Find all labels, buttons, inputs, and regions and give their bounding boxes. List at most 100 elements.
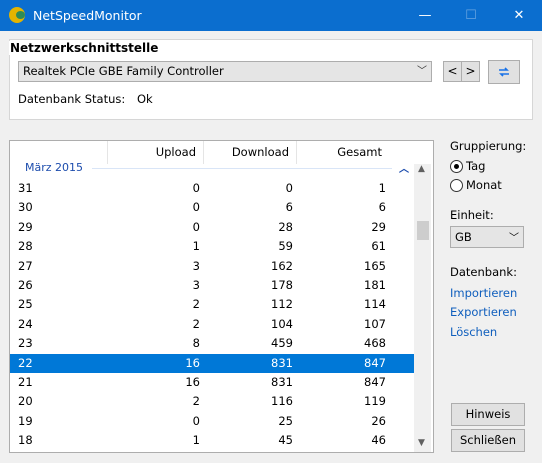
close-window-button[interactable]: ✕ [496,0,542,31]
cell-download: 162 [271,258,293,273]
cell-upload: 1 [192,239,200,254]
table-row[interactable]: 27 3 162 165 [10,257,414,276]
table-row[interactable]: 25 2 112 114 [10,295,414,314]
unit-dropdown[interactable]: GB ﹀ [450,226,524,248]
cell-download: 104 [271,316,293,331]
cell-total: 1 [378,181,386,195]
cell-upload: 0 [192,200,200,215]
radio-day-label: Tag [466,159,486,173]
close-button[interactable]: Schließen [451,429,525,452]
import-link[interactable]: Importieren [450,286,517,300]
cell-download: 831 [271,355,293,370]
table-row[interactable]: 21 16 831 847 [10,373,414,392]
cell-upload: 16 [185,355,200,370]
table-row[interactable]: 18 1 45 46 [10,431,414,450]
cell-day: 24 [18,316,33,331]
cell-download: 28 [278,219,293,234]
scroll-up-icon[interactable]: ▲ [418,164,425,174]
minimize-button[interactable]: — [402,0,448,31]
app-icon [9,7,25,23]
column-header-total[interactable]: Gesamt [296,141,389,164]
table-row[interactable]: 26 3 178 181 [10,276,414,295]
cell-total: 26 [371,413,386,428]
table-row[interactable]: 24 2 104 107 [10,315,414,334]
delete-link[interactable]: Löschen [450,325,497,339]
collapse-chevron-icon[interactable]: ︿ [399,160,409,175]
cell-total: 29 [371,219,386,234]
cell-download: 45 [278,433,293,448]
cell-download: 112 [271,297,293,312]
cell-total: 46 [371,433,386,448]
cell-day: 25 [18,297,33,312]
rows-container: 31 0 0 1 30 0 6 6 29 0 28 29 28 1 59 61 27 3 162 165 26 3 178 1… [10,179,414,452]
cell-total: 1 [379,450,386,452]
cell-total: 114 [364,297,386,312]
next-adapter-button[interactable]: > [461,61,480,82]
db-status-value: Ok [137,92,153,106]
cell-download: 459 [271,336,293,351]
interface-group-title: Netzwerkschnittstelle [9,41,160,55]
cell-download: 0 [286,450,293,452]
adapter-dropdown[interactable]: Realtek PCIe GBE Family Controller ﹀ [18,61,432,82]
table-row[interactable]: 19 0 25 26 [10,412,414,431]
maximize-button: ☐ [465,8,477,23]
db-status-label: Datenbank Status: [18,92,126,106]
table-row[interactable]: 23 8 459 468 [10,334,414,353]
cell-day: 29 [18,219,33,234]
column-header-upload[interactable]: Upload [107,141,203,164]
radio-month-label: Monat [466,178,502,192]
cell-upload: 2 [192,394,200,409]
cell-total: 119 [364,394,386,409]
hint-button[interactable]: Hinweis [451,403,525,426]
cell-upload: 3 [192,258,200,273]
cell-day: 19 [18,413,33,428]
scroll-down-icon[interactable]: ▼ [418,438,425,448]
cell-total: 468 [364,336,386,351]
cell-day: 22 [18,355,33,370]
cell-download: 178 [271,277,293,292]
group-header-label: März 2015 [25,161,84,174]
cell-total: 847 [364,374,386,389]
adapter-value: Realtek PCIe GBE Family Controller [23,64,224,78]
cell-download: 0 [285,181,293,195]
traffic-list[interactable]: Upload Download Gesamt März 2015 ︿ 3 1 0 0 1… [9,140,434,453]
cell-day: 27 [18,258,33,273]
table-row[interactable]: 30 0 6 6 [10,198,414,217]
table-row[interactable]: 22 16 831 847 [10,353,414,373]
scroll-thumb[interactable] [417,221,429,240]
cell-total: 847 [364,355,386,370]
prev-adapter-button[interactable]: < [443,61,462,82]
cell-day: 23 [18,336,33,351]
cell-upload: 3 [192,277,200,292]
cell-day: 30 [18,200,33,215]
table-row[interactable]: 29 0 28 29 [10,218,414,237]
cell-day: 21 [18,374,33,389]
window-title: NetSpeedMonitor [33,8,142,23]
radio-month[interactable]: Monat [450,178,530,194]
vertical-scrollbar[interactable]: ▲ ▼ [414,164,431,452]
cell-total: 107 [364,316,386,331]
group-header[interactable]: März 2015 ︿ [10,161,414,176]
cell-download: 831 [271,374,293,389]
cell-upload: 2 [192,297,200,312]
table-row[interactable]: 31 0 0 1 [10,179,414,198]
export-link[interactable]: Exportieren [450,305,517,319]
chevron-down-icon: ﹀ [509,233,519,244]
cell-upload: 0 [192,219,200,234]
table-row[interactable]: 17 0 0 1 [10,450,414,452]
cell-download: 116 [271,394,293,409]
cell-upload: 1 [192,433,200,448]
refresh-button[interactable] [488,60,520,84]
cell-upload: 8 [192,336,200,351]
column-header-download[interactable]: Download [203,141,296,164]
cell-day: 28 [18,239,33,254]
radio-day[interactable]: Tag [450,159,530,175]
radio-day-indicator [450,160,463,173]
title-bar[interactable]: NetSpeedMonitor — ☐ ✕ [0,0,542,31]
refresh-icon [499,67,509,77]
table-row[interactable]: 28 1 59 61 [10,237,414,256]
chevron-down-icon: ﹀ [417,66,427,77]
cell-upload: 16 [185,374,200,389]
cell-total: 181 [364,277,386,292]
table-row[interactable]: 20 2 116 119 [10,392,414,411]
